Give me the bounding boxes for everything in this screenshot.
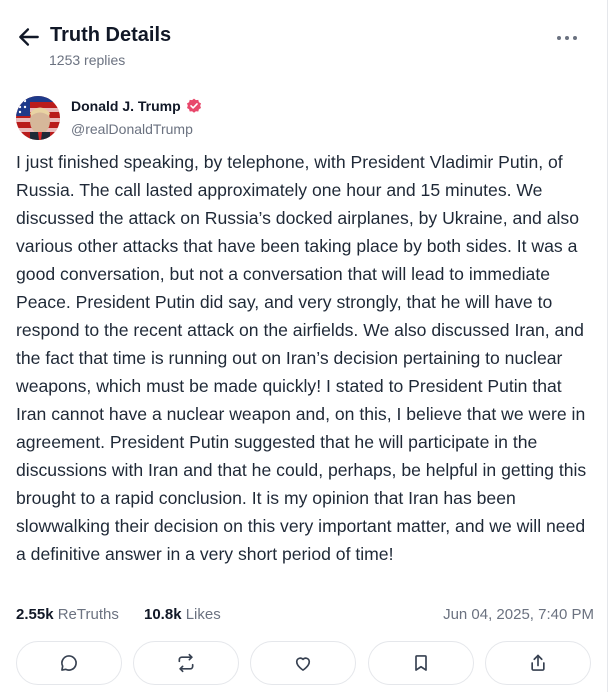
verified-badge-icon [186, 98, 201, 113]
likes-count: 10.8k [144, 606, 182, 623]
retruth-icon [178, 653, 194, 673]
share-icon [531, 654, 545, 671]
post-date: Jun 04, 2025, 7:40 PM [443, 606, 594, 623]
bookmark-button[interactable] [368, 641, 474, 685]
author-name-row: Donald J. Trump [71, 98, 202, 114]
more-options-button[interactable] [552, 28, 582, 48]
bookmark-icon [415, 655, 427, 671]
retruths-stat[interactable]: 2.55k ReTruths [16, 606, 119, 623]
share-button[interactable] [485, 641, 591, 685]
reply-button[interactable] [16, 641, 122, 685]
author-handle[interactable]: @realDonaldTrump [71, 121, 193, 137]
avatar[interactable] [16, 96, 60, 140]
action-bar [16, 641, 592, 687]
post-stats: 2.55k ReTruths 10.8k Likes Jun 04, 2025,… [16, 606, 596, 628]
arrow-left-icon [19, 28, 39, 46]
retruth-button[interactable] [133, 641, 239, 685]
retruths-count: 2.55k [16, 606, 54, 623]
page-title: Truth Details [50, 24, 172, 46]
reply-icon [61, 655, 77, 671]
truth-details-page: Truth Details 1253 replies Donald J. Tru… [0, 0, 608, 692]
like-icon [295, 657, 311, 671]
page-header: Truth Details 1253 replies [0, 0, 608, 80]
retruths-label: ReTruths [57, 606, 119, 623]
likes-stat[interactable]: 10.8k Likes [144, 606, 221, 623]
likes-label: Likes [185, 606, 221, 623]
post-author: Donald J. Trump @realDonaldTrump [16, 96, 576, 142]
replies-count: 1253 replies [49, 52, 126, 68]
more-horizontal-icon [557, 36, 577, 40]
back-button[interactable] [16, 24, 42, 50]
post-body: I just finished speaking, by telephone, … [16, 152, 587, 564]
like-button[interactable] [250, 641, 356, 685]
author-name[interactable]: Donald J. Trump [71, 98, 181, 114]
